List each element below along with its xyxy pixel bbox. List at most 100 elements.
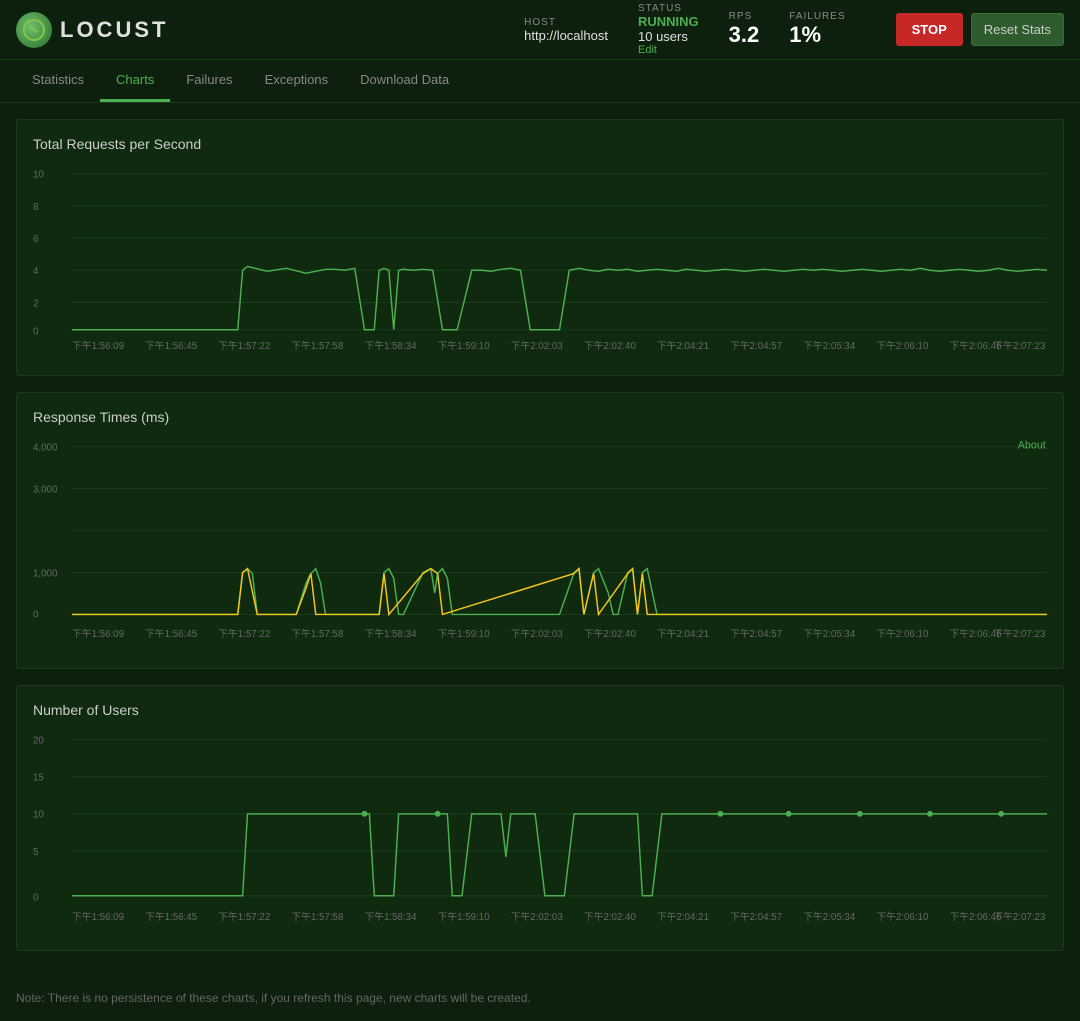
x-label-10: 下午2:05:34 bbox=[803, 339, 856, 352]
x-label-4: 下午1:58:34 bbox=[364, 339, 417, 352]
x-label-u-5: 下午1:59:10 bbox=[438, 910, 491, 923]
response-times-chart: 4,000 3,000 1,000 0 About 下午1:56:09 bbox=[33, 437, 1047, 652]
x-label-rt-1: 下午1:56:45 bbox=[145, 627, 198, 640]
reset-stats-button[interactable]: Reset Stats bbox=[971, 13, 1064, 46]
x-label-rt-0: 下午1:56:09 bbox=[72, 627, 124, 640]
x-label-rt-2: 下午1:57:22 bbox=[218, 627, 270, 640]
number-of-users-title: Number of Users bbox=[33, 702, 1047, 718]
x-label-u-1: 下午1:56:45 bbox=[145, 910, 198, 923]
x-label-rt-8: 下午2:04:21 bbox=[657, 627, 709, 640]
user-dot-1 bbox=[362, 810, 368, 816]
x-label-u-9: 下午2:04:57 bbox=[730, 910, 782, 923]
x-label-u-13: 下午2:07:23 bbox=[993, 910, 1045, 923]
x-label-3: 下午1:57:58 bbox=[291, 339, 343, 352]
response-times-svg: 4,000 3,000 1,000 0 About 下午1:56:09 bbox=[33, 437, 1047, 652]
host-label: HOST bbox=[524, 17, 556, 28]
user-dot-7 bbox=[998, 810, 1004, 816]
main-content: Total Requests per Second 10 8 6 4 2 0 bbox=[0, 103, 1080, 983]
x-label-rt-11: 下午2:06:10 bbox=[876, 627, 929, 640]
x-label-rt-9: 下午2:04:57 bbox=[730, 627, 782, 640]
y-label-10: 10 bbox=[33, 809, 44, 820]
x-label-13: 下午2:07:23 bbox=[993, 339, 1045, 352]
failures-stat: FAILURES 1% bbox=[789, 11, 845, 48]
x-label-0: 下午1:56:09 bbox=[72, 339, 124, 352]
x-label-u-11: 下午2:06:10 bbox=[876, 910, 929, 923]
user-dot-3 bbox=[717, 810, 723, 816]
host-value: http://localhost bbox=[524, 28, 608, 43]
logo-icon bbox=[16, 12, 52, 48]
total-requests-chart: 10 8 6 4 2 0 下午1:56:09 下午1:56:45 下午1:57:… bbox=[33, 164, 1047, 359]
user-dot-5 bbox=[857, 810, 863, 816]
number-of-users-svg: 20 15 10 5 0 bbox=[33, 730, 1047, 935]
logo-area: LOCUST bbox=[16, 12, 168, 48]
x-label-9: 下午2:04:57 bbox=[730, 339, 782, 352]
x-label-u-2: 下午1:57:22 bbox=[218, 910, 270, 923]
rps-value: 3.2 bbox=[729, 22, 760, 48]
about-link[interactable]: About bbox=[1018, 440, 1046, 452]
total-requests-title: Total Requests per Second bbox=[33, 136, 1047, 152]
response-median-line bbox=[72, 569, 1047, 615]
rps-line bbox=[72, 266, 1047, 329]
rps-stat: RPS 3.2 bbox=[729, 11, 760, 48]
user-dot-4 bbox=[786, 810, 792, 816]
x-label-7: 下午2:02:40 bbox=[584, 339, 637, 352]
logo-text: LOCUST bbox=[60, 17, 168, 43]
nav-statistics[interactable]: Statistics bbox=[16, 60, 100, 102]
y-label-8: 8 bbox=[33, 202, 38, 213]
status-value: RUNNING bbox=[638, 14, 699, 29]
x-label-u-3: 下午1:57:58 bbox=[291, 910, 343, 923]
x-label-u-4: 下午1:58:34 bbox=[364, 910, 417, 923]
stop-button[interactable]: STOP bbox=[896, 13, 963, 46]
x-label-u-7: 下午2:02:40 bbox=[584, 910, 637, 923]
x-label-1: 下午1:56:45 bbox=[145, 339, 198, 352]
number-of-users-chart: 20 15 10 5 0 bbox=[33, 730, 1047, 935]
y-label-10: 10 bbox=[33, 170, 44, 181]
edit-link[interactable]: Edit bbox=[638, 44, 657, 56]
rps-label: RPS bbox=[729, 11, 753, 22]
user-dot-2 bbox=[435, 810, 441, 816]
status-label: STATUS bbox=[638, 3, 682, 14]
x-label-rt-4: 下午1:58:34 bbox=[364, 627, 417, 640]
x-label-rt-5: 下午1:59:10 bbox=[438, 627, 491, 640]
header-stats: HOST http://localhost STATUS RUNNING 10 … bbox=[524, 3, 1064, 56]
x-label-rt-13: 下午2:07:23 bbox=[993, 627, 1045, 640]
failures-label: FAILURES bbox=[789, 11, 845, 22]
x-label-6: 下午2:02:03 bbox=[511, 339, 563, 352]
x-label-rt-10: 下午2:05:34 bbox=[803, 627, 856, 640]
x-label-2: 下午1:57:22 bbox=[218, 339, 270, 352]
y-label-4000: 4,000 bbox=[33, 443, 58, 454]
x-label-u-6: 下午2:02:03 bbox=[511, 910, 563, 923]
x-label-rt-7: 下午2:02:40 bbox=[584, 627, 637, 640]
x-label-u-10: 下午2:05:34 bbox=[803, 910, 856, 923]
y-label-0-u: 0 bbox=[33, 892, 39, 903]
nav-charts[interactable]: Charts bbox=[100, 60, 170, 102]
y-label-1000: 1,000 bbox=[33, 568, 58, 579]
y-label-6: 6 bbox=[33, 234, 38, 245]
y-label-4: 4 bbox=[33, 266, 39, 277]
y-label-5: 5 bbox=[33, 846, 39, 857]
response-percentile-line bbox=[72, 569, 1047, 615]
x-label-u-8: 下午2:04:21 bbox=[657, 910, 709, 923]
y-label-2: 2 bbox=[33, 298, 38, 309]
y-label-0-rt: 0 bbox=[33, 609, 39, 620]
status-stat: STATUS RUNNING 10 users Edit bbox=[638, 3, 699, 56]
x-label-u-0: 下午1:56:09 bbox=[72, 910, 124, 923]
y-label-15: 15 bbox=[33, 772, 44, 783]
nav-exceptions[interactable]: Exceptions bbox=[249, 60, 345, 102]
y-label-3000: 3,000 bbox=[33, 485, 58, 496]
total-requests-svg: 10 8 6 4 2 0 下午1:56:09 下午1:56:45 下午1:57:… bbox=[33, 164, 1047, 359]
x-label-rt-3: 下午1:57:58 bbox=[291, 627, 343, 640]
nav-download-data[interactable]: Download Data bbox=[344, 60, 465, 102]
number-of-users-section: Number of Users 20 15 10 5 0 bbox=[16, 685, 1064, 952]
y-label-20: 20 bbox=[33, 735, 44, 746]
x-label-8: 下午2:04:21 bbox=[657, 339, 709, 352]
x-label-5: 下午1:59:10 bbox=[438, 339, 491, 352]
x-label-11: 下午2:06:10 bbox=[876, 339, 929, 352]
x-label-rt-6: 下午2:02:03 bbox=[511, 627, 563, 640]
nav-failures[interactable]: Failures bbox=[170, 60, 248, 102]
user-dot-6 bbox=[927, 810, 933, 816]
failures-value: 1% bbox=[789, 22, 821, 48]
header-buttons: STOP Reset Stats bbox=[896, 13, 1064, 46]
users-line bbox=[72, 813, 1047, 895]
nav: Statistics Charts Failures Exceptions Do… bbox=[0, 60, 1080, 103]
